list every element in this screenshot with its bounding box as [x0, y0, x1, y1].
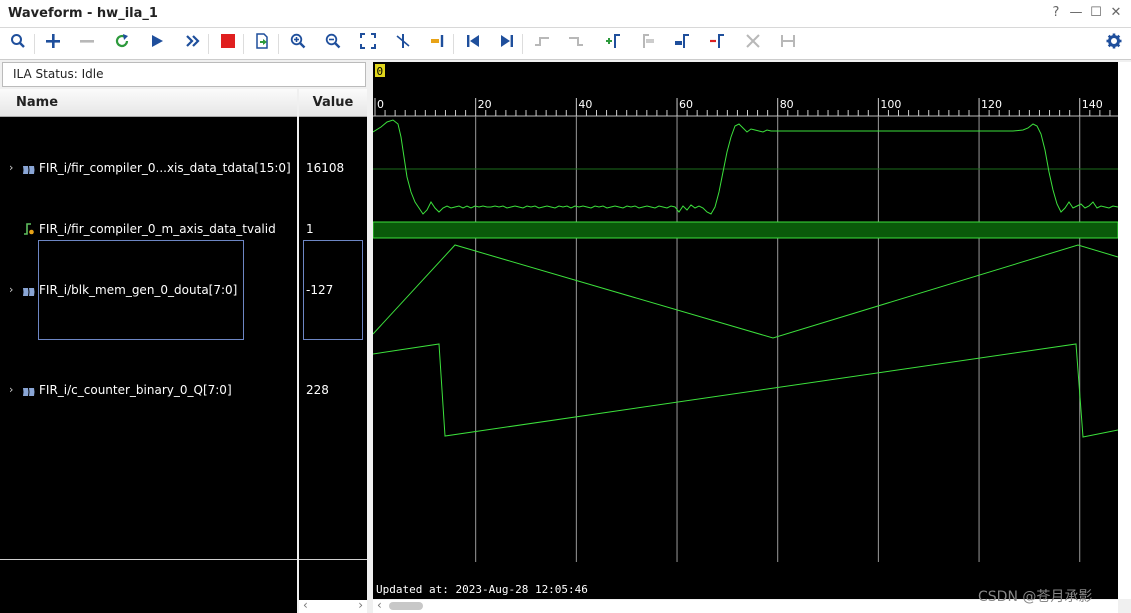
selected-row-highlight [38, 240, 244, 340]
tick-label: 40 [578, 98, 592, 111]
go-to-time-icon[interactable] [426, 32, 450, 56]
tick-label: 140 [1082, 98, 1103, 111]
refresh-icon[interactable] [110, 32, 134, 56]
minimize-icon[interactable]: — [1068, 5, 1084, 20]
bus-icon [22, 162, 35, 182]
cursor-label: 0 [377, 65, 384, 78]
waveform-svg[interactable]: 0 0 20 40 60 80 100 120 140 Updated at: 2023-Au… [372, 62, 1121, 599]
window-title: Waveform - hw_ila_1 [8, 6, 158, 21]
expand-chevron-icon[interactable]: › [9, 158, 13, 178]
signal-name: FIR_i/fir_compiler_0_m_axis_data_tvalid [39, 222, 276, 236]
toolbar [0, 28, 1131, 60]
ila-status: ILA Status: Idle [2, 62, 366, 87]
grid-lines [475, 116, 1081, 562]
updated-at-label: Updated at: 2023-Aug-28 12:05:46 [376, 583, 588, 596]
tick-label: 60 [679, 98, 693, 111]
timeline-ticks: 0 20 40 60 80 100 120 140 [374, 98, 1121, 116]
delete-icon[interactable] [741, 32, 765, 56]
settings-icon[interactable] [1102, 32, 1126, 56]
zoom-fit-icon[interactable] [356, 32, 380, 56]
waveform-tdata [372, 119, 1119, 215]
go-to-start-icon[interactable] [461, 32, 485, 56]
waveform-counter [372, 343, 1119, 438]
waveform-canvas[interactable]: 0 0 20 40 60 80 100 120 140 Updated at: 2023-Au… [372, 62, 1121, 599]
panel-divider [299, 559, 367, 560]
panel-divider [0, 559, 297, 560]
selected-value-highlight [303, 240, 363, 340]
run-immediate-icon[interactable] [181, 32, 205, 56]
signal-value-panel: Value 16108 1 -127 228 [299, 89, 367, 613]
toolbar-separator [522, 34, 523, 54]
help-icon[interactable]: ? [1048, 5, 1064, 20]
bus-icon [22, 384, 35, 404]
toolbar-separator [243, 34, 244, 54]
tick-label: 80 [780, 98, 794, 111]
signal-name: FIR_i/c_counter_binary_0_Q[7:0] [39, 383, 232, 397]
waveform-douta [372, 244, 1119, 339]
scroll-left-icon[interactable]: ‹ [377, 598, 382, 612]
stop-icon[interactable] [216, 32, 240, 56]
toolbar-separator [34, 34, 35, 54]
maximize-icon[interactable]: ☐ [1088, 5, 1104, 20]
waveform-tvalid [372, 221, 1119, 239]
signal-value: 16108 [306, 161, 345, 175]
name-column-header[interactable]: Name [0, 89, 297, 117]
zoom-out-icon[interactable] [321, 32, 345, 56]
previous-transition-icon[interactable] [530, 32, 554, 56]
toolbar-separator [453, 34, 454, 54]
single-bit-signal-icon [23, 222, 35, 242]
close-icon[interactable]: ✕ [1108, 5, 1124, 20]
export-icon[interactable] [250, 32, 274, 56]
add-marker-icon[interactable] [601, 32, 625, 56]
add-icon[interactable] [41, 32, 65, 56]
run-trigger-icon[interactable] [145, 32, 169, 56]
tick-label: 100 [880, 98, 901, 111]
delete-marker-icon[interactable] [705, 32, 729, 56]
search-icon[interactable] [6, 32, 30, 56]
next-transition-icon[interactable] [564, 32, 588, 56]
expand-chevron-icon[interactable]: › [9, 380, 13, 400]
scroll-right-icon[interactable]: › [358, 598, 363, 612]
cursor-icon[interactable] [391, 32, 415, 56]
value-horizontal-scrollbar[interactable]: ‹ › [299, 598, 367, 613]
scroll-thumb[interactable] [389, 602, 423, 610]
tick-label: 0 [377, 98, 384, 111]
tick-label: 20 [478, 98, 492, 111]
zoom-in-icon[interactable] [286, 32, 310, 56]
go-to-end-icon[interactable] [495, 32, 519, 56]
title-bar: Waveform - hw_ila_1 ? — ☐ ✕ [0, 0, 1131, 28]
signal-value: 228 [306, 383, 329, 397]
bus-icon [22, 284, 35, 304]
toolbar-separator [278, 34, 279, 54]
watermark: CSDN @苍月承影 [978, 589, 1093, 605]
signal-name: FIR_i/fir_compiler_0...xis_data_tdata[15… [39, 161, 291, 175]
signal-value: 1 [306, 222, 314, 236]
signal-name-panel: Name › FIR_i/fir_compiler_0...xis_data_t… [0, 89, 297, 613]
snap-icon[interactable] [776, 32, 800, 56]
vertical-scrollbar[interactable] [1118, 62, 1131, 599]
tick-label: 120 [981, 98, 1002, 111]
remove-icon[interactable] [75, 32, 99, 56]
expand-chevron-icon[interactable]: › [9, 280, 13, 300]
scroll-left-icon[interactable]: ‹ [303, 598, 308, 612]
toolbar-separator [208, 34, 209, 54]
previous-marker-icon[interactable] [636, 32, 660, 56]
next-marker-icon[interactable] [670, 32, 694, 56]
value-column-header[interactable]: Value [299, 89, 367, 117]
